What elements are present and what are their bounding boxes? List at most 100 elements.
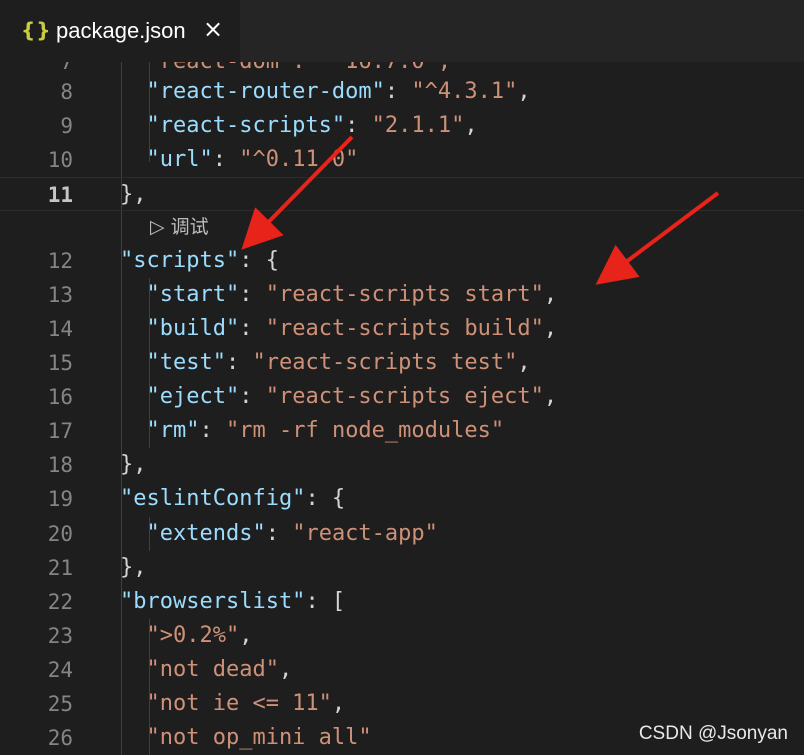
- debug-code-lens[interactable]: ▷ 调试: [150, 210, 209, 244]
- code-line[interactable]: 16 "eject": "react-scripts eject",: [0, 380, 804, 414]
- line-number: 23: [47, 624, 73, 648]
- code-text: "browserslist": [: [120, 585, 345, 619]
- code-text: "react-router-dom": "^4.3.1",: [120, 75, 531, 109]
- code-text: "extends": "react-app": [120, 517, 438, 551]
- code-text: "url": "^0.11.0": [120, 143, 358, 177]
- line-number: 12: [47, 249, 73, 273]
- code-text: ">0.2%",: [120, 619, 252, 653]
- line-number: 9: [60, 114, 73, 138]
- tab-package-json[interactable]: {} package.json ×: [0, 0, 240, 62]
- code-editor[interactable]: ▷ 调试 7 "react-dom": "^16.7.0",8 "react-r…: [0, 62, 804, 755]
- json-string: "react-dom": "^16.7.0",: [120, 62, 451, 74]
- code-text: },: [120, 448, 147, 482]
- code-text: "scripts": {: [120, 244, 279, 278]
- line-number: 26: [47, 726, 73, 750]
- code-line[interactable]: 10 "url": "^0.11.0": [0, 143, 804, 177]
- line-number: 19: [47, 487, 73, 511]
- json-string: "not ie <= 11": [120, 691, 332, 716]
- json-string: "react-scripts start": [265, 282, 544, 307]
- json-string: "react-app": [292, 521, 438, 546]
- json-string: "react-scripts build": [265, 316, 544, 341]
- json-string: ">0.2%": [120, 623, 240, 648]
- json-punctuation: : [: [305, 589, 346, 614]
- line-number: 14: [47, 317, 73, 341]
- code-text: "not ie <= 11",: [120, 687, 345, 721]
- code-text: "eject": "react-scripts eject",: [120, 380, 557, 414]
- json-key: "react-scripts": [120, 113, 346, 138]
- code-text: "start": "react-scripts start",: [120, 278, 557, 312]
- code-line[interactable]: 9 "react-scripts": "2.1.1",: [0, 109, 804, 143]
- line-number: 17: [47, 419, 73, 443]
- line-number: 22: [47, 590, 73, 614]
- code-text: },: [120, 551, 147, 585]
- json-punctuation: : {: [239, 248, 279, 273]
- code-line[interactable]: 18},: [0, 448, 804, 482]
- json-punctuation: :: [384, 79, 412, 104]
- json-key: "eslintConfig": [120, 486, 306, 511]
- json-punctuation: },: [120, 182, 147, 207]
- json-punctuation: :: [239, 282, 266, 307]
- json-punctuation: ,: [543, 282, 558, 307]
- code-line[interactable]: 23 ">0.2%",: [0, 619, 804, 653]
- line-number: 20: [47, 522, 73, 546]
- json-key: "rm": [120, 418, 200, 443]
- code-line[interactable]: 17 "rm": "rm -rf node_modules": [0, 414, 804, 448]
- code-line[interactable]: 15 "test": "react-scripts test",: [0, 346, 804, 380]
- code-text: "test": "react-scripts test",: [120, 346, 530, 380]
- json-punctuation: :: [225, 350, 253, 375]
- code-line[interactable]: 24 "not dead",: [0, 653, 804, 687]
- code-line[interactable]: 8 "react-router-dom": "^4.3.1",: [0, 75, 804, 109]
- json-punctuation: },: [120, 555, 147, 580]
- json-key: "react-router-dom": [120, 79, 385, 104]
- json-punctuation: ,: [517, 79, 531, 104]
- line-number: 25: [47, 692, 73, 716]
- code-line[interactable]: 11},: [0, 177, 804, 211]
- json-punctuation: ,: [464, 113, 478, 138]
- watermark: CSDN @Jsonyan: [638, 723, 788, 744]
- json-string: "^0.11.0": [239, 147, 359, 172]
- json-punctuation: :: [239, 316, 266, 341]
- code-line[interactable]: 20 "extends": "react-app": [0, 517, 804, 551]
- json-key: "eject": [120, 384, 240, 409]
- json-key: "scripts": [120, 248, 240, 273]
- json-key: "start": [120, 282, 240, 307]
- code-line[interactable]: 21},: [0, 551, 804, 585]
- json-punctuation: ,: [331, 691, 346, 716]
- line-number: 16: [47, 385, 73, 409]
- json-punctuation: ,: [543, 316, 558, 341]
- json-punctuation: :: [345, 113, 372, 138]
- json-string: "react-scripts test": [252, 350, 518, 375]
- code-line[interactable]: 19 "eslintConfig": {: [0, 482, 804, 516]
- code-text: "not op_mini all": [120, 721, 372, 755]
- json-string: "2.1.1": [371, 113, 465, 138]
- line-number: 18: [47, 453, 73, 477]
- json-file-icon: {}: [21, 18, 52, 42]
- close-icon[interactable]: ×: [203, 15, 223, 43]
- code-line[interactable]: 22 "browserslist": [: [0, 585, 804, 619]
- json-punctuation: ,: [239, 623, 253, 648]
- json-punctuation: :: [199, 418, 226, 443]
- code-text: "eslintConfig": {: [120, 482, 345, 516]
- json-punctuation: :: [239, 384, 266, 409]
- code-text: "react-scripts": "2.1.1",: [120, 109, 478, 143]
- json-punctuation: :: [212, 147, 240, 172]
- code-line[interactable]: 14 "build": "react-scripts build",: [0, 312, 804, 346]
- json-string: "not op_mini all": [120, 725, 372, 750]
- json-string: "^4.3.1": [411, 79, 518, 104]
- json-punctuation: : {: [305, 486, 346, 511]
- json-key: "browserslist": [120, 589, 306, 614]
- json-punctuation: ,: [543, 384, 558, 409]
- line-number: 11: [47, 183, 73, 207]
- line-number: 13: [47, 283, 73, 307]
- tab-bar: {} package.json ×: [0, 0, 804, 62]
- json-key: "test": [120, 350, 226, 375]
- json-key: "extends": [120, 521, 266, 546]
- line-number: 21: [47, 556, 73, 580]
- code-line[interactable]: 12 "scripts": {: [0, 244, 804, 278]
- line-number: 24: [47, 658, 73, 682]
- json-key: "url": [120, 147, 213, 172]
- code-text: "not dead",: [120, 653, 292, 687]
- json-key: "build": [120, 316, 240, 341]
- code-line[interactable]: 25 "not ie <= 11",: [0, 687, 804, 721]
- code-line[interactable]: 13 "start": "react-scripts start",: [0, 278, 804, 312]
